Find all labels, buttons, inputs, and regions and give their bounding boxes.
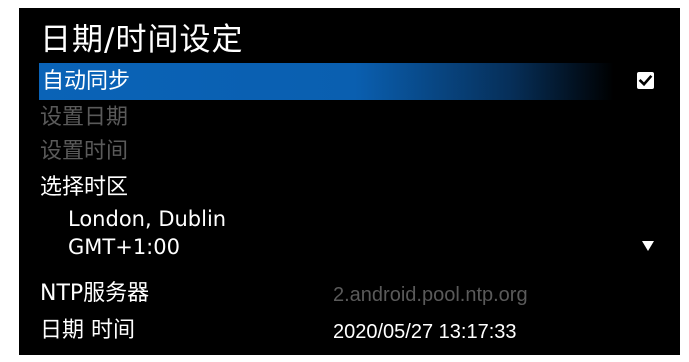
menu-item-set-date[interactable]: 设置日期	[40, 103, 128, 133]
menu-item-auto-sync[interactable]: 自动同步	[39, 63, 614, 100]
menu-item-ntp-server[interactable]: NTP服务器	[40, 279, 149, 309]
dropdown-arrow-icon[interactable]	[642, 241, 654, 251]
date-time-value: 2020/05/27 13:17:33	[333, 321, 517, 343]
ntp-server-label: NTP服务器	[40, 281, 150, 306]
menu-item-date-time[interactable]: 日期 时间	[40, 316, 135, 346]
auto-sync-checkbox[interactable]	[637, 72, 654, 89]
time-zone-label: 选择时区	[40, 175, 129, 200]
set-date-label: 设置日期	[40, 105, 129, 130]
auto-sync-label: 自动同步	[42, 69, 131, 94]
checkmark-icon	[638, 74, 653, 87]
menu-item-time-zone[interactable]: 选择时区	[40, 173, 128, 203]
set-time-label: 设置时间	[40, 139, 129, 164]
ntp-server-value: 2.android.pool.ntp.org	[333, 284, 528, 306]
time-zone-offset[interactable]: GMT+1:00	[68, 233, 180, 261]
time-zone-city[interactable]: London, Dublin	[68, 205, 226, 233]
date-time-label: 日期 时间	[40, 318, 135, 343]
menu-item-set-time[interactable]: 设置时间	[40, 137, 128, 167]
page-title: 日期/时间设定	[40, 22, 244, 58]
datetime-settings-panel: 日期/时间设定 自动同步 设置日期 设置时间 选择时区 London, Dubl…	[19, 8, 680, 355]
